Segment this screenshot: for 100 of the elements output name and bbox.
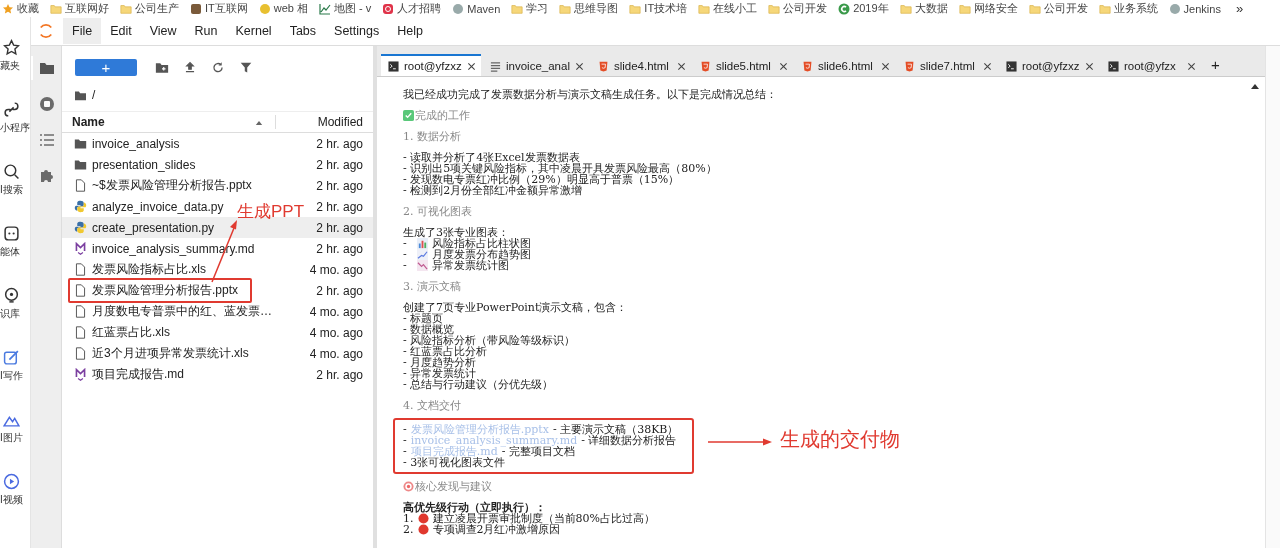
file-name: analyze_invoice_data.py [92,199,224,214]
bookmark-link[interactable]: 学习 [511,1,549,16]
bookmark-link[interactable]: 思维导图 [559,1,619,16]
menu-item[interactable]: Tabs [280,18,326,44]
text-line: 月度发票分布趋势图 [432,249,531,260]
file-name: 发票风险管理分析报告.pptx [92,282,238,299]
text-line: - 读取并分析了4张Excel发票数据表 [403,152,580,163]
text-line: 建立凌晨开票审批制度（当前80%占比过高） [432,513,655,524]
text-file-icon [490,60,501,72]
bookmark-link[interactable]: 公司开发 [768,1,828,16]
text-line: 生成了3张专业图表： [403,227,509,238]
breadcrumb-link[interactable]: / [92,88,96,102]
sidebar-item[interactable]: I图片 [0,411,30,445]
menu-item[interactable]: Kernel [226,18,281,44]
file-icon [74,326,87,339]
scroll-up-icon[interactable] [1251,83,1259,89]
modified-time: 2 hr. ago [316,199,363,214]
folder-icon [50,2,62,15]
close-icon[interactable] [880,61,890,71]
bookmark-link[interactable]: 网络安全 [958,1,1018,16]
menu-item[interactable]: File [63,18,102,44]
bookmark-link[interactable]: 在线小工 [698,1,758,16]
modified-time: 4 mo. ago [309,325,363,340]
new-folder-icon[interactable] [155,61,169,74]
bullet: - [403,446,407,457]
bookmark-link[interactable]: 收藏 [2,1,39,16]
bookmark-link[interactable]: IT技术培 [629,1,688,16]
modified-time: 2 hr. ago [316,157,363,172]
trend-chart-icon [417,249,428,260]
file-name: 红蓝票占比.xls [92,324,170,341]
bookmark-link[interactable]: 业务系统 [1098,1,1158,16]
close-icon[interactable] [574,61,584,71]
sort-caret-icon[interactable] [255,119,263,125]
sidebar-item[interactable]: 小程序 [0,101,30,135]
bookmark-link[interactable]: 大数据 [899,1,948,16]
text-line: - 风险指标分析（带风险等级标识） [403,335,577,346]
upload-icon[interactable] [183,61,197,74]
bookmark-link[interactable]: Jenkins [1168,2,1221,15]
bookmark-link[interactable]: 2019年 [838,1,889,16]
bookmark-link[interactable]: 公司开发 [1028,1,1088,16]
more-bookmarks-button[interactable]: » [1235,1,1244,16]
tab[interactable]: root@yfzxz [381,54,481,76]
column-header[interactable]: Name [62,115,105,129]
bulb-icon [3,287,20,304]
sidebar-item[interactable]: I写作 [0,349,30,383]
modified-time: 4 mo. ago [309,304,363,319]
close-icon[interactable] [1186,61,1196,71]
terminal-icon [1005,60,1017,72]
close-icon[interactable] [467,61,476,71]
text-line: - 标题页 [403,313,444,324]
sidebar-item[interactable]: 能体 [0,225,30,259]
text-line: 高优先级行动（立即执行）： [403,502,547,513]
close-icon[interactable] [1084,61,1094,71]
close-icon[interactable] [676,61,686,71]
bookmark-link[interactable]: Maven [452,2,501,15]
text-line: - 识别出5项关键风险指标，其中凌晨开具发票风险最高（80%） [403,163,717,174]
file-name: ~$发票风险管理分析报告.pptx [92,177,252,194]
text-line: 专项调查2月红冲激增原因 [432,524,561,535]
sidebar-item[interactable]: 识库 [0,287,30,321]
bookmark-link[interactable]: web 相 [258,1,309,16]
text-line: - 主要演示文稿（38KB） [552,424,679,435]
file-name: 月度数电专普票中的红、蓝发票… [92,303,272,320]
annotation-arrow [708,438,773,446]
filter-icon[interactable] [239,61,253,74]
refresh-icon[interactable] [211,61,225,74]
file-icon [74,305,87,318]
html-file-icon [903,60,915,72]
menu-item[interactable]: Help [388,18,432,44]
close-icon[interactable] [778,61,788,71]
bookmark-link[interactable]: 互联网好 [50,1,109,16]
column-header[interactable]: Modified [275,115,373,129]
bookmark-link[interactable]: 地图 - v [319,1,372,16]
bookmark-link[interactable]: 公司生产 [120,1,179,16]
menu-item[interactable]: Edit [101,18,141,44]
bullet: - [403,435,407,446]
python-icon [74,221,87,234]
text-line: 异常发票统计图 [432,260,509,271]
close-icon[interactable] [982,61,992,71]
folder-icon [74,137,87,150]
link-icon [3,101,20,118]
menu-item[interactable]: Run [185,18,227,44]
bookmark-link[interactable]: IT互联网 [190,1,248,16]
sidebar-item[interactable]: 藏夹 [0,39,30,73]
text-line: - 检测到2月份全部红冲金额异常激增 [403,185,584,196]
menu-item[interactable]: Settings [325,18,389,44]
modified-time: 2 hr. ago [316,241,363,256]
menu-item[interactable]: View [140,18,186,44]
new-tab-button[interactable]: + [1206,56,1224,76]
bookmark-link[interactable]: 人才招聘 [382,1,442,16]
sidebar-item[interactable]: I视频 [0,473,30,507]
text-line: 我已经成功完成了发票数据分析与演示文稿生成任务。以下是完成情况总结： [403,89,777,100]
sidebar-item[interactable]: I搜索 [0,163,30,197]
html-file-icon [597,60,609,72]
file-icon [74,347,87,360]
new-launcher-button[interactable]: + [75,59,137,76]
modified-time: 4 mo. ago [309,346,363,361]
globe-icon [452,2,465,15]
stop-icon [39,96,55,112]
text-line: - 异常发票统计 [403,368,477,379]
text-line: - 完整项目文档 [501,446,575,457]
